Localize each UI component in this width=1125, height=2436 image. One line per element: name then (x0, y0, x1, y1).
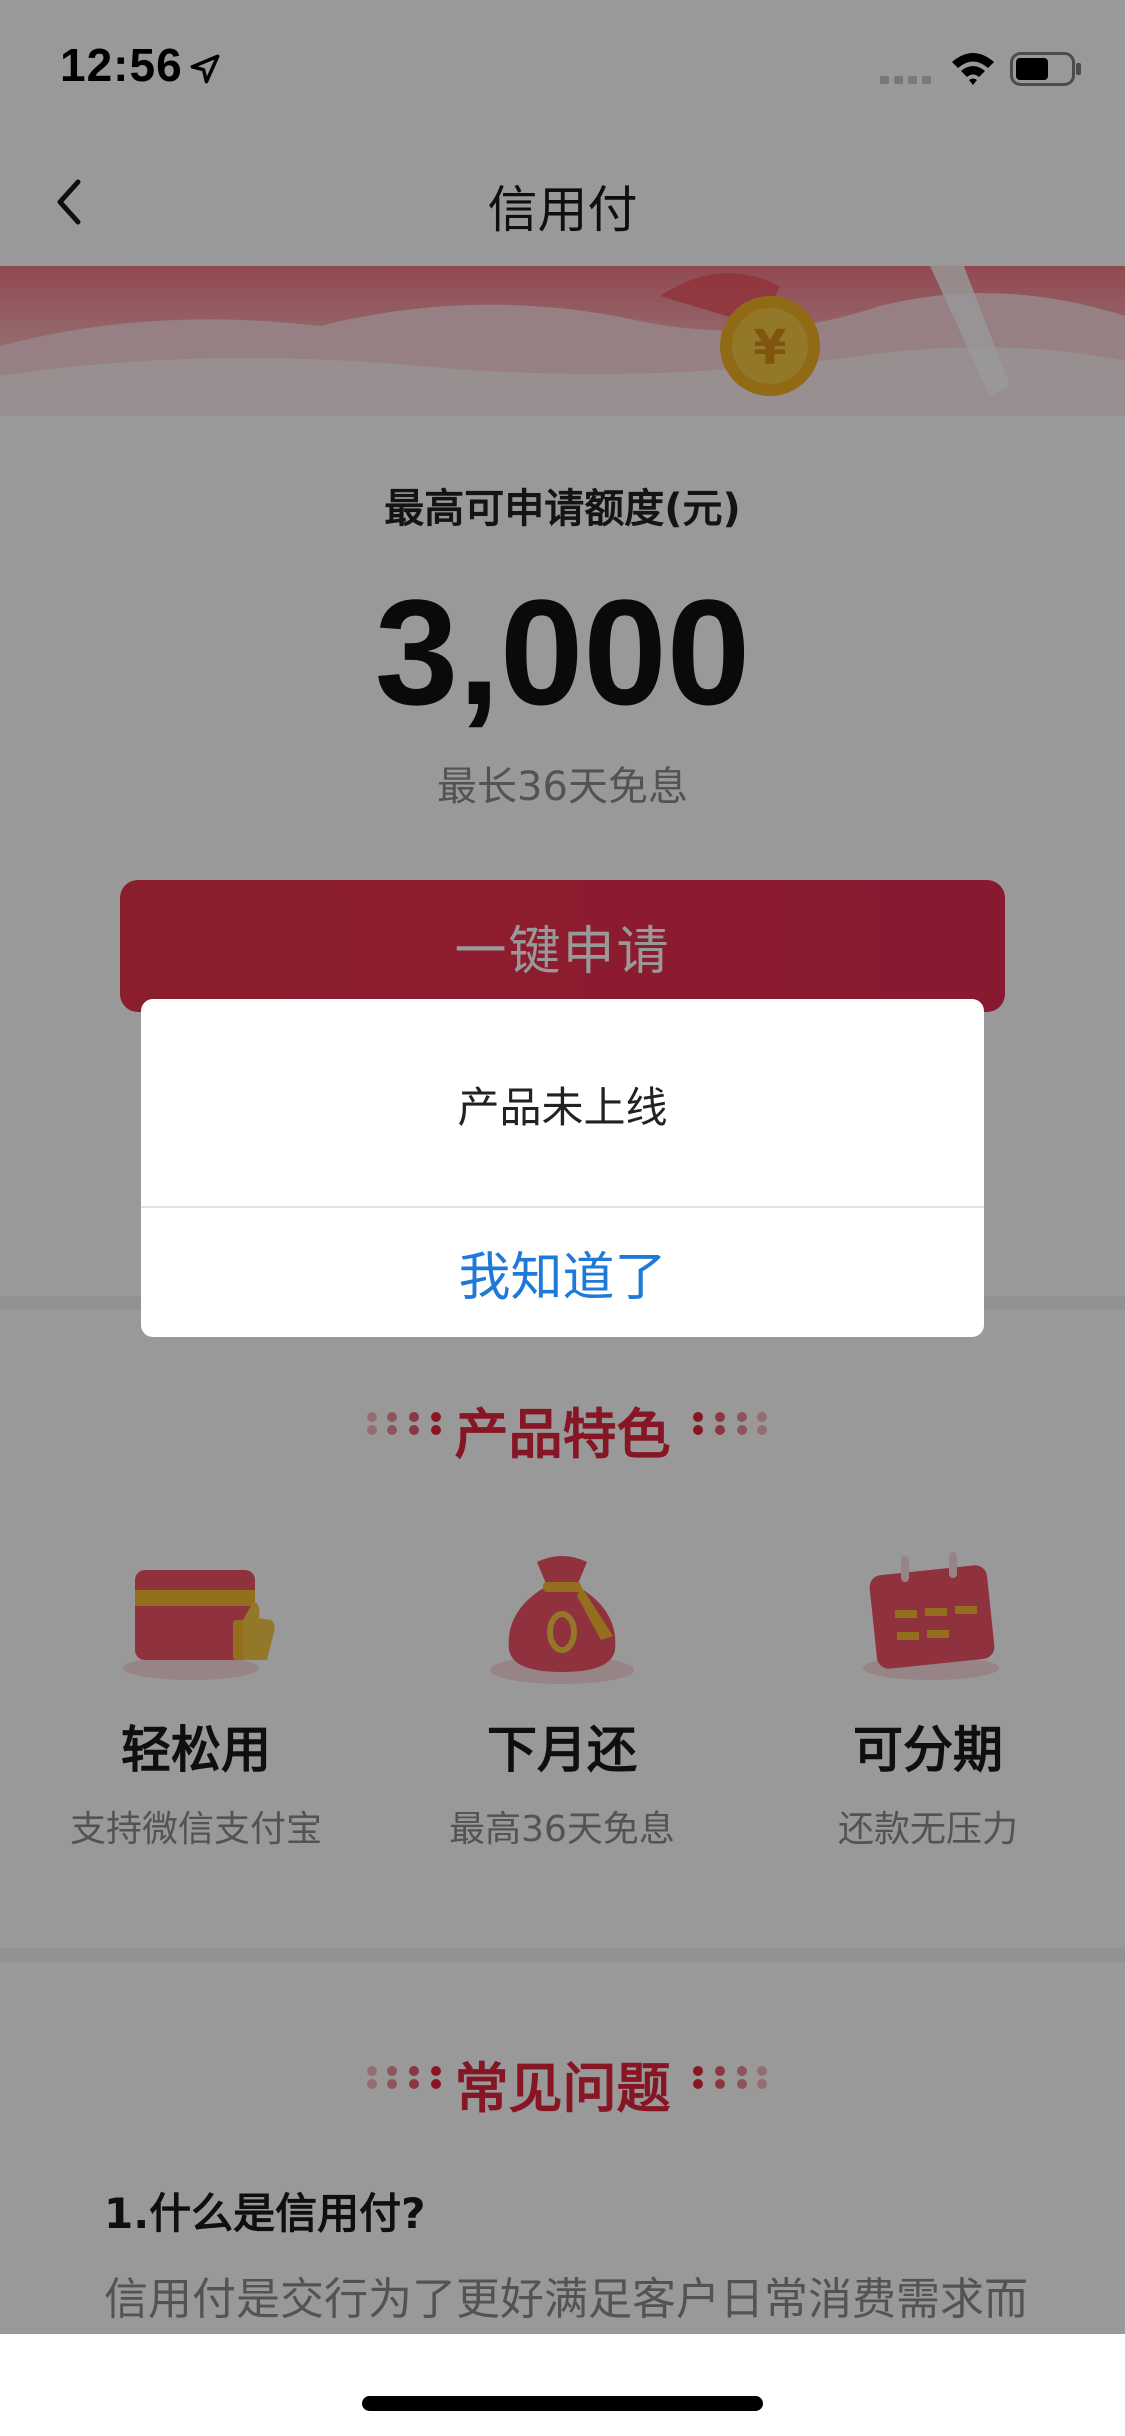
dialog-message: 产品未上线 (457, 1083, 668, 1132)
home-indicator-area (0, 2334, 1125, 2436)
home-indicator[interactable] (362, 2396, 763, 2411)
alert-dialog: 产品未上线 我知道了 (141, 999, 984, 1337)
dialog-confirm-button[interactable]: 我知道了 (141, 1208, 984, 1337)
